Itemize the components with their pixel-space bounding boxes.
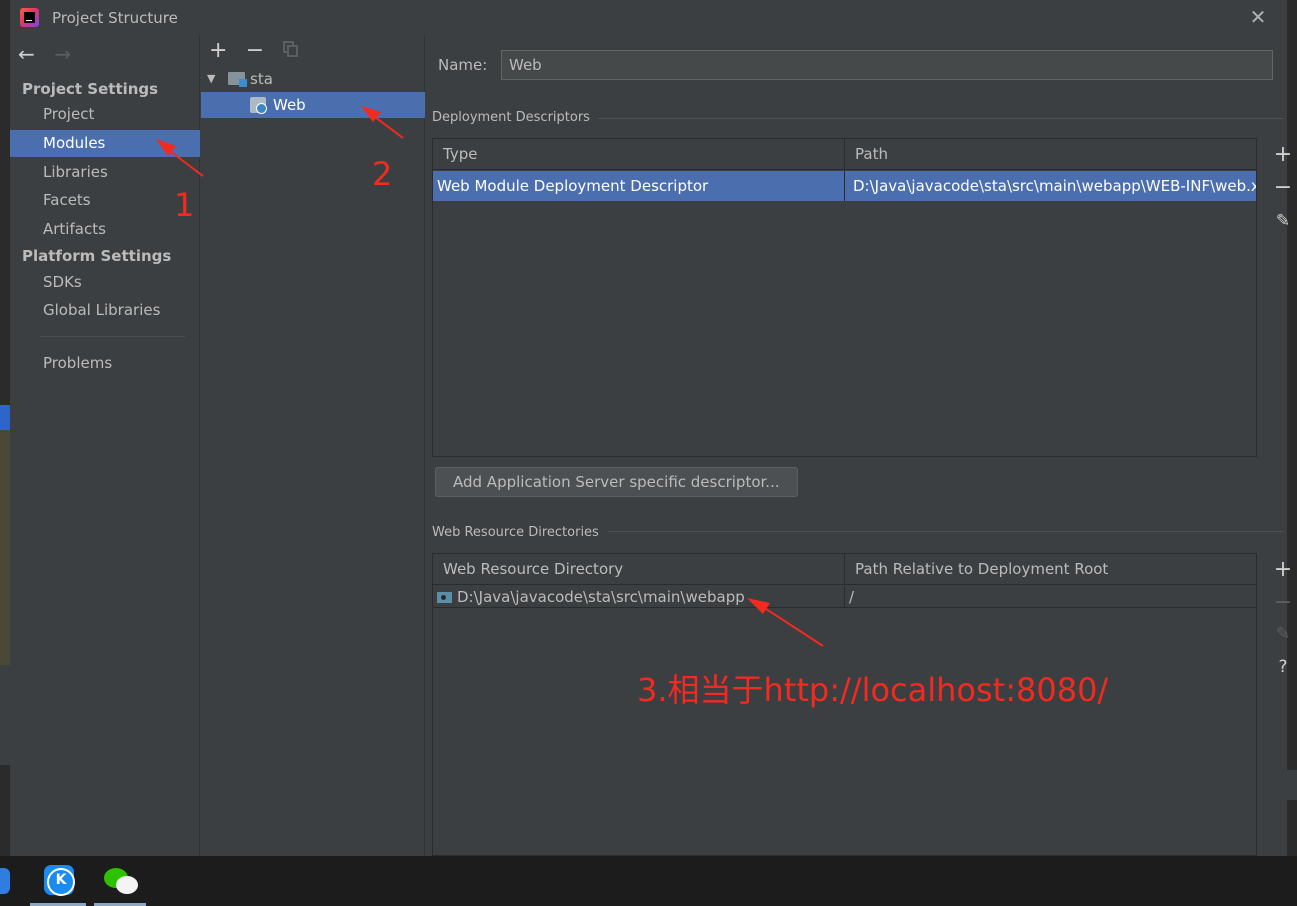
remove-directory-icon[interactable]: − [1268, 588, 1297, 618]
web-facet-icon [250, 97, 267, 114]
sidebar-item-project[interactable]: Project [10, 101, 200, 128]
cell-type: Web Module Deployment Descriptor [437, 177, 709, 195]
nav-arrows: ← → [18, 42, 84, 66]
web-folder-icon [437, 592, 452, 603]
copy-module-icon[interactable] [282, 41, 299, 57]
back-arrow-icon[interactable]: ← [18, 42, 48, 66]
name-label: Name: [438, 56, 488, 74]
background-ide-left [0, 0, 10, 856]
web-resource-directories-title: Web Resource Directories [432, 525, 599, 540]
project-structure-dialog: Project Structure ✕ ← → Project Settings… [10, 0, 1292, 856]
table-header: Type Path [433, 139, 1256, 170]
collapse-triangle-icon[interactable]: ▼ [207, 66, 215, 92]
cell-path: D:\Java\javacode\sta\src\main\webapp\WEB… [844, 171, 1256, 201]
cell-relative-path: / [844, 586, 1256, 607]
sidebar-item-modules[interactable]: Modules [10, 130, 200, 157]
kugou-icon [44, 865, 75, 896]
add-descriptor-icon[interactable]: + [1268, 140, 1297, 170]
intellij-logo-icon [20, 8, 39, 27]
add-module-icon[interactable]: + [209, 38, 241, 64]
edit-descriptor-icon[interactable]: ✎ [1268, 206, 1297, 236]
table-row[interactable]: D:\Java\javacode\sta\src\main\webapp / [433, 586, 1256, 608]
name-field[interactable] [501, 50, 1273, 80]
sidebar-item-problems[interactable]: Problems [10, 350, 200, 377]
module-tree-toolbar: + − [209, 38, 299, 64]
close-button[interactable]: ✕ [1247, 6, 1269, 28]
section-divider [598, 118, 1284, 119]
taskbar-wechat-button[interactable] [94, 856, 146, 906]
sidebar-item-global-libraries[interactable]: Global Libraries [10, 297, 200, 324]
sidebar-item-sdks[interactable]: SDKs [10, 269, 200, 296]
table-row[interactable]: Web Module Deployment Descriptor D:\Java… [433, 171, 1256, 201]
forward-arrow-icon[interactable]: → [54, 42, 84, 66]
background-ide-strip [1287, 770, 1297, 800]
add-server-descriptor-button[interactable]: Add Application Server specific descript… [435, 467, 798, 497]
tree-node-sta[interactable]: ▼ sta [201, 66, 425, 92]
annotation-step-3: 3.相当于http://localhost:8080/ [637, 671, 1109, 709]
remove-descriptor-icon[interactable]: − [1268, 173, 1297, 203]
annotation-step-1: 1 [174, 186, 195, 224]
title-bar: Project Structure ✕ [10, 0, 1287, 36]
sidebar-item-artifacts[interactable]: Artifacts [10, 216, 200, 243]
deployment-descriptors-table: Type Path Web Module Deployment Descript… [432, 138, 1257, 457]
tree-node-label: Web [273, 96, 306, 114]
background-ide-strip [0, 405, 10, 430]
column-header-relative-path[interactable]: Path Relative to Deployment Root [844, 554, 1258, 585]
background-ide-strip [0, 430, 10, 665]
sidebar-divider [40, 336, 185, 337]
add-directory-icon[interactable]: + [1268, 555, 1297, 585]
directory-path: D:\Java\javacode\sta\src\main\webapp [457, 588, 745, 606]
platform-settings-heading: Platform Settings [22, 247, 172, 265]
remove-module-icon[interactable]: − [246, 38, 278, 64]
sidebar-item-facets[interactable]: Facets [10, 187, 200, 214]
section-divider [608, 531, 1284, 532]
wechat-icon [104, 868, 142, 896]
tree-node-label: sta [250, 70, 273, 88]
annotation-step-2: 2 [372, 155, 393, 193]
windows-taskbar [0, 856, 1297, 906]
edit-directory-icon[interactable]: ✎ [1268, 619, 1297, 649]
help-icon[interactable]: ? [1268, 652, 1297, 682]
window-title: Project Structure [52, 9, 178, 27]
cell-directory: D:\Java\javacode\sta\src\main\webapp [433, 586, 844, 607]
tree-node-web[interactable]: Web [201, 92, 425, 118]
taskbar-app-icon[interactable] [0, 868, 10, 894]
module-folder-icon [228, 72, 247, 87]
deployment-descriptors-title: Deployment Descriptors [432, 110, 590, 125]
column-header-directory[interactable]: Web Resource Directory [433, 554, 844, 585]
table-header: Web Resource Directory Path Relative to … [433, 554, 1256, 585]
background-ide-right [1287, 0, 1297, 856]
sidebar-item-libraries[interactable]: Libraries [10, 159, 200, 186]
column-header-type[interactable]: Type [433, 139, 844, 170]
taskbar-kugou-button[interactable] [30, 856, 86, 906]
settings-sidebar: ← → Project Settings Project Modules Lib… [10, 36, 200, 856]
facet-settings-panel: Name: Deployment Descriptors Type Path W… [426, 36, 1292, 856]
background-ide-strip [0, 665, 10, 765]
column-header-path[interactable]: Path [844, 139, 1258, 170]
project-settings-heading: Project Settings [22, 80, 159, 98]
